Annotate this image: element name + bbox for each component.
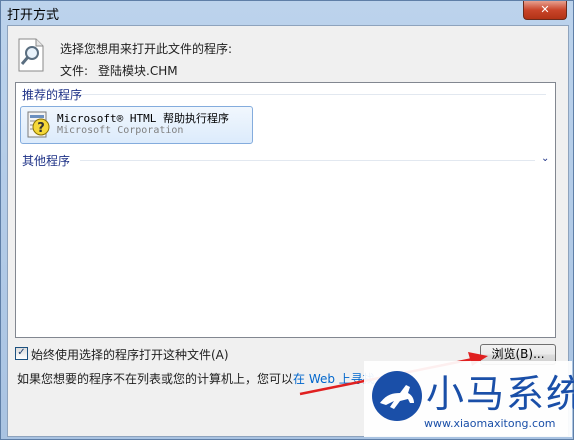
close-icon: ✕ — [540, 3, 550, 16]
file-name: 登陆模块.CHM — [98, 64, 178, 78]
help-file-icon: ? — [27, 111, 50, 138]
web-search-text: 如果您想要的程序不在列表或您的计算机上，您可以在 Web 上寻找 — [17, 370, 375, 387]
web-search-prefix: 如果您想要的程序不在列表或您的计算机上，您可以 — [17, 372, 294, 386]
app-name: Microsoft® HTML 帮助执行程序 — [57, 112, 229, 125]
web-search-link[interactable]: 在 Web 上寻找 — [293, 372, 375, 386]
window-title: 打开方式 — [7, 8, 60, 23]
app-vendor: Microsoft Corporation — [57, 125, 184, 136]
watermark-logo: 小马系统 www.xiaomaxitong.com — [364, 361, 574, 437]
title-bar[interactable]: 打开方式 ✕ — [1, 1, 573, 27]
always-use-label[interactable]: 始终使用选择的程序打开这种文件(A) — [31, 346, 229, 363]
watermark-url: www.xiaomaxitong.com — [424, 417, 556, 430]
list-item[interactable]: ? Microsoft® HTML 帮助执行程序 Microsoft Corpo… — [20, 106, 253, 144]
group-divider — [80, 94, 546, 95]
group-divider — [80, 160, 535, 161]
program-list[interactable]: 推荐的程序 ? Microsoft® HTML 帮助执行程序 Microsoft… — [15, 82, 556, 338]
other-group-header[interactable]: 其他程序 — [22, 152, 70, 169]
close-button[interactable]: ✕ — [523, 1, 567, 20]
always-use-checkbox[interactable]: ✓ — [15, 347, 28, 360]
svg-text:?: ? — [37, 121, 45, 136]
recommended-group-header: 推荐的程序 — [22, 88, 83, 102]
magnifier-document-icon — [18, 38, 44, 72]
watermark-brand: 小马系统 — [426, 372, 574, 416]
horse-icon — [372, 371, 422, 421]
prompt-text: 选择您想用来打开此文件的程序: — [60, 42, 233, 56]
chevron-down-icon[interactable]: ⌄ — [541, 153, 549, 164]
file-label: 文件: — [60, 64, 89, 78]
